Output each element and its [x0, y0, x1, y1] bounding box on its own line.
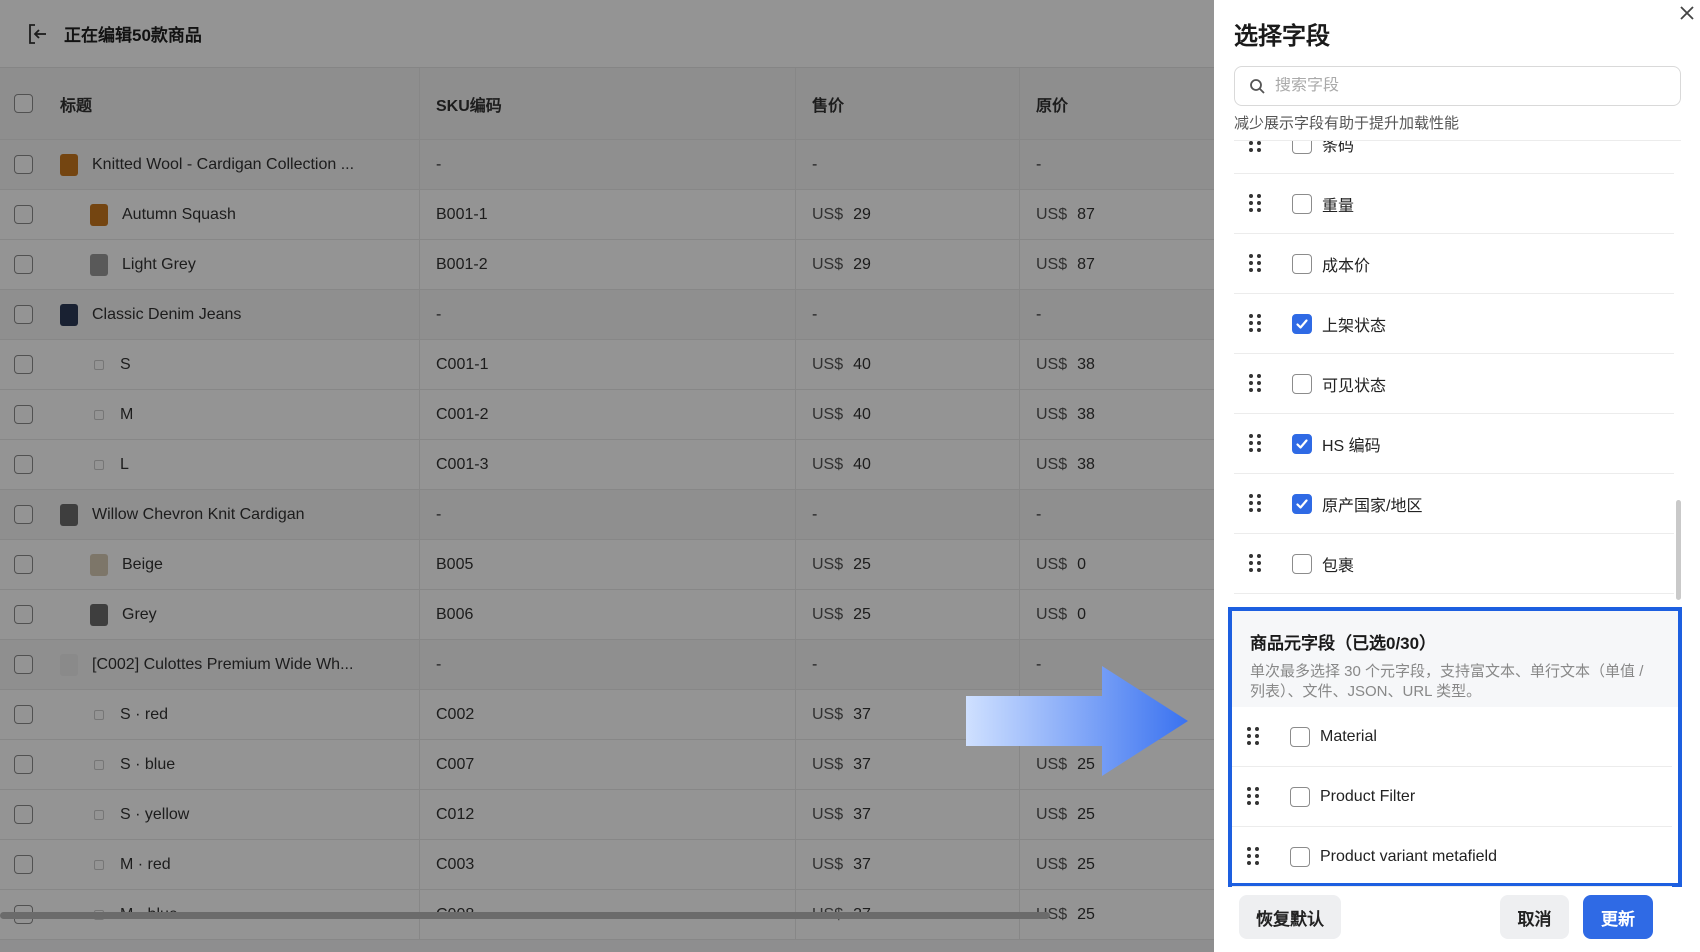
field-list-scrollbar[interactable]: [1676, 500, 1681, 600]
field-option[interactable]: 原产国家/地区: [1234, 474, 1674, 534]
drag-handle-icon[interactable]: [1249, 253, 1261, 274]
drag-handle-icon[interactable]: [1247, 846, 1259, 867]
field-checkbox[interactable]: [1292, 493, 1312, 514]
metafields-title: 商品元字段（已选0/30）: [1250, 634, 1437, 653]
field-option[interactable]: 包裹: [1234, 534, 1674, 594]
field-option[interactable]: 成本价: [1234, 234, 1674, 294]
panel-footer: 恢复默认 取消 更新: [1214, 895, 1700, 952]
modal-overlay[interactable]: [0, 0, 1214, 952]
check-icon: [1296, 438, 1308, 449]
search-field[interactable]: [1234, 66, 1681, 106]
close-icon[interactable]: [1676, 2, 1698, 24]
field-option[interactable]: 上架状态: [1234, 294, 1674, 354]
field-label: Product Filter: [1320, 787, 1416, 805]
field-option[interactable]: 条码: [1234, 140, 1674, 174]
field-label: 条码: [1322, 140, 1355, 155]
field-label: 包裹: [1322, 557, 1355, 575]
field-label: 原产国家/地区: [1322, 497, 1423, 515]
field-option[interactable]: 可见状态: [1234, 354, 1674, 414]
field-checkbox[interactable]: [1292, 193, 1312, 214]
cancel-button[interactable]: 取消: [1500, 895, 1569, 939]
field-label: Product variant metafield: [1320, 847, 1497, 865]
field-option[interactable]: Material: [1232, 707, 1672, 767]
field-checkbox[interactable]: [1290, 846, 1310, 867]
annotation-arrow-icon: [966, 666, 1188, 776]
field-checkbox[interactable]: [1292, 433, 1312, 454]
metafields-section: 商品元字段（已选0/30） 单次最多选择 30 个元字段，支持富文本、单行文本（…: [1228, 607, 1682, 887]
field-checkbox[interactable]: [1292, 553, 1312, 574]
metafields-header: 商品元字段（已选0/30） 单次最多选择 30 个元字段，支持富文本、单行文本（…: [1232, 611, 1678, 707]
search-icon: [1250, 79, 1265, 94]
field-option[interactable]: HS 编码: [1234, 414, 1674, 474]
metafields-list: Material Product Filter Product variant me…: [1232, 707, 1678, 887]
drag-handle-icon[interactable]: [1247, 786, 1259, 807]
drag-handle-icon[interactable]: [1249, 553, 1261, 574]
field-option[interactable]: Product Filter: [1232, 767, 1672, 827]
check-icon: [1296, 318, 1308, 329]
drag-handle-icon[interactable]: [1249, 313, 1261, 334]
drag-handle-icon[interactable]: [1249, 141, 1261, 154]
drag-handle-icon[interactable]: [1249, 493, 1261, 514]
field-label: Material: [1320, 727, 1377, 745]
update-button[interactable]: 更新: [1583, 895, 1653, 939]
field-checkbox[interactable]: [1290, 786, 1310, 807]
check-icon: [1296, 498, 1308, 509]
field-label: HS 编码: [1322, 437, 1381, 455]
field-checkbox[interactable]: [1292, 253, 1312, 274]
field-option[interactable]: 重量: [1234, 174, 1674, 234]
reset-default-button[interactable]: 恢复默认: [1239, 895, 1341, 939]
field-checkbox[interactable]: [1292, 141, 1312, 154]
field-option[interactable]: Product variant metafield: [1232, 827, 1672, 887]
field-checkbox[interactable]: [1292, 313, 1312, 334]
field-checkbox[interactable]: [1290, 726, 1310, 747]
drag-handle-icon[interactable]: [1249, 193, 1261, 214]
field-label: 可见状态: [1322, 377, 1387, 395]
drag-handle-icon[interactable]: [1247, 726, 1259, 747]
field-label: 上架状态: [1322, 317, 1387, 335]
field-label: 重量: [1322, 197, 1355, 215]
field-list: 条码重量成本价上架状态可见状态 HS 编码原产国家/地区 包裹: [1234, 140, 1681, 600]
panel-title: 选择字段: [1234, 23, 1330, 50]
metafields-description: 单次最多选择 30 个元字段，支持富文本、单行文本（单值 / 列表）、文件、JS…: [1250, 663, 1644, 700]
performance-hint: 减少展示字段有助于提升加载性能: [1234, 115, 1460, 132]
drag-handle-icon[interactable]: [1249, 373, 1261, 394]
field-label: 成本价: [1322, 257, 1371, 275]
search-input[interactable]: [1275, 77, 1655, 95]
field-checkbox[interactable]: [1292, 373, 1312, 394]
drag-handle-icon[interactable]: [1249, 433, 1261, 454]
